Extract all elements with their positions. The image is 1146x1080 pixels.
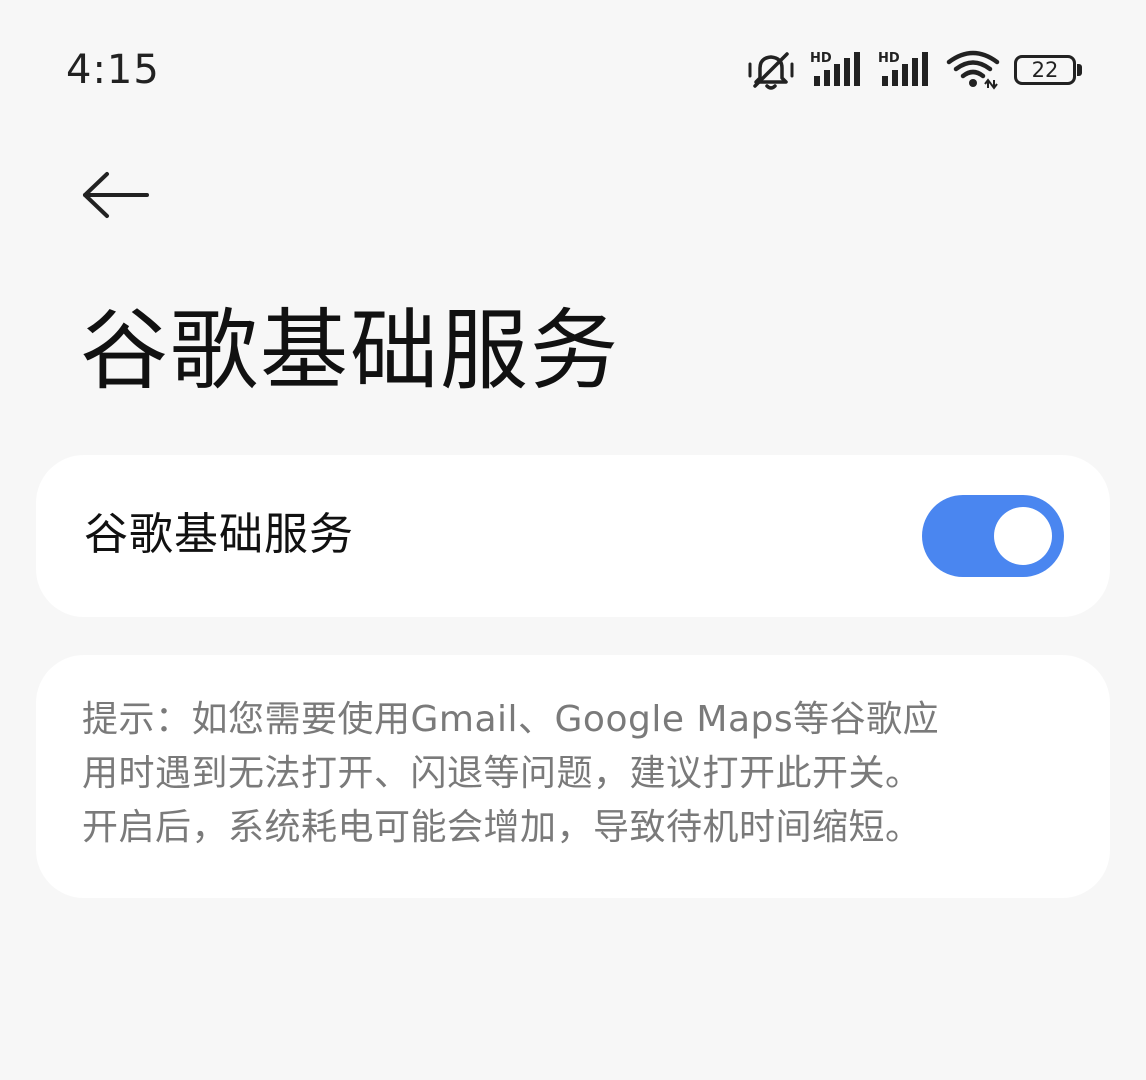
vibrate-silent-icon [746,48,796,92]
hint-line: 开启后，系统耗电可能会增加，导致待机时间缩短。 [82,807,922,848]
status-time: 4:15 [66,47,160,93]
hint-text: 提示：如您需要使用Gmail、Google Maps等谷歌应 用时遇到无法打开、… [82,693,1072,855]
hd-signal-icon: HD [878,50,932,90]
battery-icon: 22 [1014,55,1082,85]
google-services-toggle[interactable] [922,495,1064,577]
page-title: 谷歌基础服务 [80,299,621,402]
hd-signal-icon: HD [810,50,864,90]
hint-card: 提示：如您需要使用Gmail、Google Maps等谷歌应 用时遇到无法打开、… [36,655,1110,898]
battery-level: 22 [1014,55,1076,85]
toggle-knob [994,507,1052,565]
status-bar: 4:15 HD HD 22 [0,0,1146,140]
battery-cap [1077,64,1082,76]
google-services-label: 谷歌基础服务 [84,509,354,560]
hint-line: 用时遇到无法打开、闪退等问题，建议打开此开关。 [82,753,922,794]
wifi-icon [946,50,1000,90]
hint-line: 提示：如您需要使用Gmail、Google Maps等谷歌应 [82,699,940,740]
svg-text:HD: HD [878,51,900,66]
status-icons: HD HD 22 [746,46,1082,94]
svg-text:HD: HD [810,51,832,66]
back-arrow-icon [83,172,149,218]
google-services-setting-card[interactable]: 谷歌基础服务 [36,455,1110,617]
back-button[interactable] [80,165,152,225]
